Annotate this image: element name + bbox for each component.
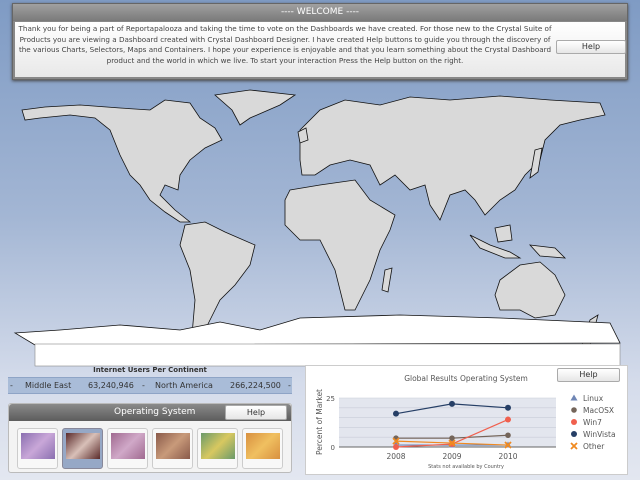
welcome-help-button[interactable]: Help	[556, 40, 626, 54]
greenland[interactable]	[214, 89, 297, 126]
welcome-text: Thank you for being a part of Reportapal…	[18, 24, 552, 65]
legend-label-linux: Linux	[583, 394, 604, 403]
legend-marker-win7	[571, 419, 577, 425]
chart-title: Global Results Operating System	[404, 374, 528, 383]
data-point-winvista	[449, 400, 455, 407]
os-chart-panel: Help Global Results Operating System Perc…	[305, 365, 628, 475]
internet-users-title: Internet Users Per Continent	[93, 366, 207, 374]
os-thumbnail-image	[246, 433, 280, 459]
africa[interactable]	[284, 179, 396, 311]
uk[interactable]	[297, 127, 309, 144]
ticker-region: Middle East	[25, 381, 72, 390]
north-america[interactable]	[21, 99, 223, 223]
legend-label-winvista: WinVista	[583, 430, 616, 439]
x-tick-label: 2008	[386, 452, 405, 461]
os-thumbnail-macosx[interactable]	[62, 428, 103, 469]
indonesia[interactable]	[469, 234, 522, 259]
data-point-win7	[393, 444, 399, 450]
x-tick-label: 2009	[442, 452, 461, 461]
data-point-win7	[505, 416, 511, 423]
internet-users-ticker[interactable]: - Middle East 63,240,946 - North America…	[8, 377, 292, 394]
y-axis-label: Percent of Market	[315, 389, 324, 455]
os-thumbnail-image	[21, 433, 55, 459]
new-guinea[interactable]	[528, 244, 567, 259]
welcome-panel: ---- WELCOME ---- Thank you for being a …	[12, 3, 628, 80]
ticker-region: North America	[155, 381, 213, 390]
ticker-value: 63,240,946	[88, 381, 134, 390]
os-thumbnail-win7[interactable]	[107, 428, 148, 469]
chart-footnote: Stats not available by Country	[428, 464, 504, 470]
plot-area	[339, 398, 556, 447]
ticker-separator: -	[10, 381, 13, 390]
data-point-macosx	[505, 432, 511, 439]
y-tick-label: 0	[331, 444, 335, 452]
borneo[interactable]	[494, 224, 513, 243]
y-tick-label: 25	[326, 395, 335, 403]
os-thumbnail-image	[66, 433, 100, 459]
line-chart: Global Results Operating System Percent o…	[315, 374, 616, 470]
legend-marker-linux	[570, 394, 578, 401]
x-tick-label: 2010	[498, 452, 517, 461]
madagascar[interactable]	[381, 267, 393, 293]
world-map[interactable]	[0, 80, 640, 370]
antarctica[interactable]	[13, 314, 621, 346]
os-thumbnail-other-2[interactable]	[242, 428, 283, 469]
operating-system-panel: Operating System Help	[8, 403, 292, 473]
os-thumbnail-winvista[interactable]	[152, 428, 193, 469]
os-thumbnail-image	[156, 433, 190, 459]
ticker-separator: -	[288, 381, 291, 390]
os-thumbnail-other-1[interactable]	[197, 428, 238, 469]
os-thumbnail-linux[interactable]	[17, 428, 58, 469]
australia[interactable]	[494, 261, 566, 319]
data-point-winvista	[393, 410, 399, 417]
legend-label-win7: Win7	[583, 418, 602, 427]
legend-marker-winvista	[571, 431, 577, 437]
data-point-winvista	[505, 404, 511, 411]
os-thumbnail-image	[111, 433, 145, 459]
legend-label-macosx: MacOSX	[583, 406, 614, 415]
welcome-title: ---- WELCOME ----	[13, 4, 627, 21]
legend-label-other: Other	[583, 442, 605, 451]
ticker-separator: -	[142, 381, 145, 390]
ticker-value: 266,224,500	[230, 381, 281, 390]
legend-marker-macosx	[571, 407, 577, 413]
os-thumbnail-image	[201, 433, 235, 459]
os-help-button[interactable]: Help	[225, 405, 287, 420]
legend-marker-other	[570, 442, 578, 450]
